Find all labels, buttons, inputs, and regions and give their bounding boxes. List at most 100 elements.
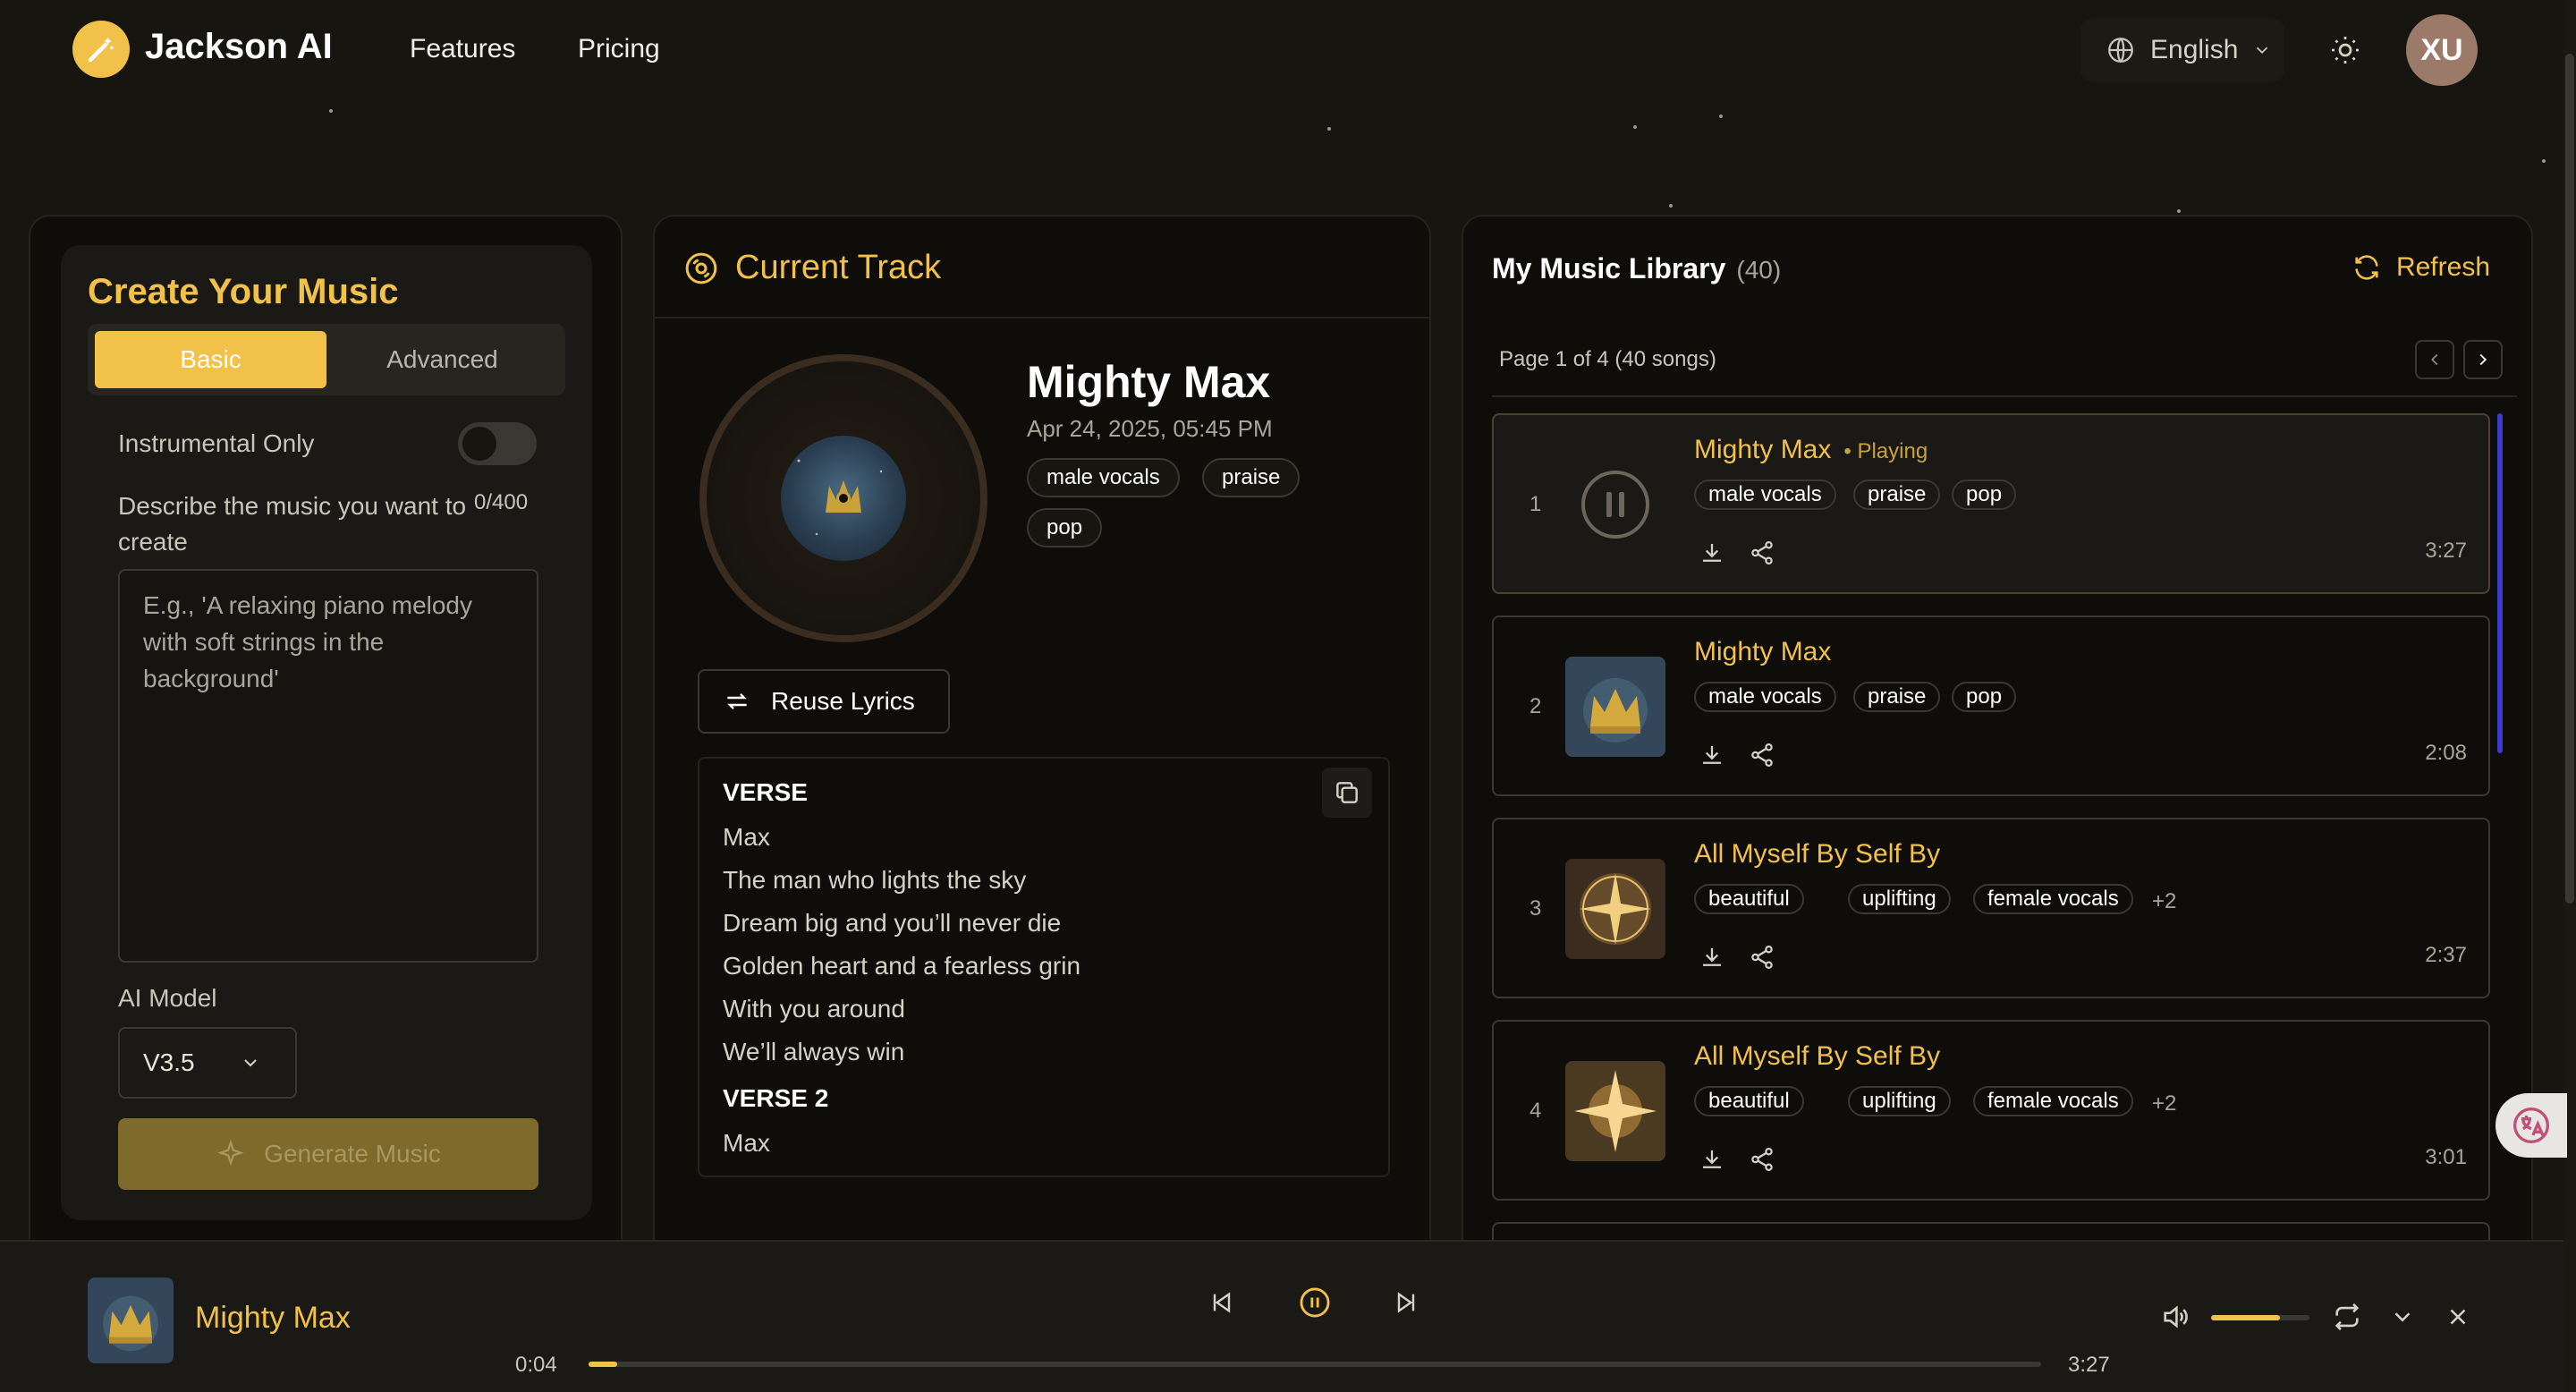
chevron-down-icon[interactable] (2383, 1297, 2422, 1337)
chevron-down-icon (240, 1052, 261, 1074)
song-duration: 2:08 (2425, 741, 2467, 765)
copy-button[interactable] (1322, 768, 1372, 818)
song-tag: uplifting (1848, 884, 1951, 914)
volume-slider[interactable] (2211, 1315, 2309, 1320)
next-page-button[interactable] (2463, 340, 2503, 379)
share-icon[interactable] (1746, 739, 1778, 771)
refresh-button[interactable]: Refresh (2351, 252, 2490, 283)
lyrics-box[interactable]: VERSE Max The man who lights the sky Dre… (698, 757, 1390, 1177)
player-title: Mighty Max (195, 1301, 351, 1335)
language-select[interactable]: English (2080, 18, 2284, 82)
prev-page-button[interactable] (2415, 340, 2454, 379)
current-track-heading: Current Track (735, 249, 942, 286)
previous-icon[interactable] (1202, 1283, 1241, 1322)
description-input[interactable]: E.g., 'A relaxing piano melody with soft… (118, 569, 538, 963)
char-counter: 0/400 (474, 490, 529, 514)
logo-text[interactable]: Jackson AI (145, 27, 333, 67)
share-icon[interactable] (1746, 1143, 1778, 1176)
list-divider (1492, 395, 2517, 397)
theme-toggle-button[interactable] (2326, 30, 2365, 70)
download-icon[interactable] (1696, 537, 1728, 569)
nav-features[interactable]: Features (410, 34, 515, 64)
pause-overlay[interactable] (1565, 454, 1665, 555)
chevron-left-icon (2425, 350, 2445, 369)
song-art (1565, 859, 1665, 959)
nav-pricing[interactable]: Pricing (578, 34, 660, 64)
library-title: My Music Library (40) (1492, 252, 1781, 285)
next-icon[interactable] (1386, 1283, 1426, 1322)
song-row[interactable]: 2 Mighty Max male vocals praise pop 2:08 (1492, 615, 2490, 796)
more-tags-count[interactable]: +2 (2152, 889, 2176, 914)
chevron-down-icon (2252, 40, 2272, 60)
lyrics-section-heading: VERSE (723, 778, 808, 806)
describe-label: Describe the music you want to create (118, 492, 467, 556)
create-title: Create Your Music (88, 272, 399, 311)
close-icon[interactable] (2438, 1297, 2478, 1337)
share-icon[interactable] (1746, 537, 1778, 569)
song-number: 1 (1530, 492, 1542, 516)
volume-icon[interactable] (2156, 1297, 2195, 1337)
song-row[interactable]: 1 Mighty Max • Playing male vocals praise… (1492, 413, 2490, 594)
model-value: V3.5 (143, 1048, 195, 1076)
song-duration: 2:37 (2425, 943, 2467, 967)
download-icon[interactable] (1696, 739, 1728, 771)
tab-basic[interactable]: Basic (95, 331, 326, 388)
translate-icon[interactable] (2496, 1093, 2567, 1158)
song-tag: praise (1853, 480, 1941, 510)
repeat-icon (723, 687, 751, 716)
song-tag: male vocals (1694, 480, 1836, 510)
progress-fill (589, 1362, 618, 1367)
pause-icon[interactable] (1295, 1283, 1335, 1322)
song-tag: male vocals (1694, 682, 1836, 712)
song-title: Mighty Max • Playing (1694, 435, 1928, 464)
song-row[interactable]: 3 All Myself By Self By beautiful uplift… (1492, 818, 2490, 998)
instrumental-toggle[interactable] (458, 422, 537, 465)
total-time: 3:27 (2068, 1353, 2110, 1377)
player-bar: Mighty Max 0:04 3:27 (0, 1240, 2563, 1392)
song-tag: praise (1853, 682, 1941, 712)
progress-bar[interactable] (589, 1362, 2041, 1367)
library-scrollbar[interactable] (2497, 413, 2503, 753)
generate-button[interactable]: Generate Music (118, 1118, 538, 1190)
lyrics-line: The man who lights the sky (723, 866, 1027, 894)
lyrics-line: With you around (723, 995, 905, 1023)
logo-icon[interactable] (72, 21, 130, 78)
repeat-icon[interactable] (2327, 1297, 2367, 1337)
download-icon[interactable] (1696, 941, 1728, 973)
toggle-knob (462, 427, 496, 461)
song-tag: uplifting (1848, 1086, 1951, 1116)
tab-advanced[interactable]: Advanced (326, 331, 558, 388)
song-number: 2 (1530, 694, 1542, 718)
reuse-lyrics-button[interactable]: Reuse Lyrics (698, 669, 950, 734)
sparkle-icon (216, 1139, 246, 1169)
lyrics-line: Golden heart and a fearless grin (723, 952, 1081, 980)
current-time: 0:04 (515, 1353, 557, 1377)
song-row[interactable]: 4 All Myself By Self By beautiful uplift… (1492, 1020, 2490, 1201)
instrumental-label: Instrumental Only (118, 429, 315, 457)
more-tags-count[interactable]: +2 (2152, 1091, 2176, 1116)
language-label: English (2150, 35, 2239, 64)
song-tag: female vocals (1973, 884, 2133, 914)
library-count: (40) (1736, 256, 1782, 284)
track-date: Apr 24, 2025, 05:45 PM (1027, 415, 1273, 442)
track-title: Mighty Max (1027, 357, 1271, 407)
disc-icon (683, 250, 719, 286)
top-header: Jackson AI Features Pricing English XU (0, 0, 2576, 100)
volume-fill (2211, 1315, 2280, 1320)
generate-label: Generate Music (264, 1140, 441, 1167)
page-scrollbar[interactable] (2565, 54, 2574, 904)
avatar[interactable]: XU (2406, 14, 2478, 86)
song-tag: pop (1952, 480, 2017, 510)
album-art (781, 436, 906, 561)
model-select[interactable]: V3.5 (118, 1027, 297, 1099)
song-art (1565, 1061, 1665, 1161)
track-tag: pop (1027, 508, 1103, 547)
song-title: All Myself By Self By (1694, 839, 1941, 869)
disc-hole (836, 491, 851, 505)
current-track-header: Current Track (655, 216, 1429, 318)
song-duration: 3:01 (2425, 1145, 2467, 1169)
download-icon[interactable] (1696, 1143, 1728, 1176)
share-icon[interactable] (1746, 941, 1778, 973)
refresh-label: Refresh (2395, 252, 2490, 282)
lyrics-line: Dream big and you’ll never die (723, 909, 1062, 937)
